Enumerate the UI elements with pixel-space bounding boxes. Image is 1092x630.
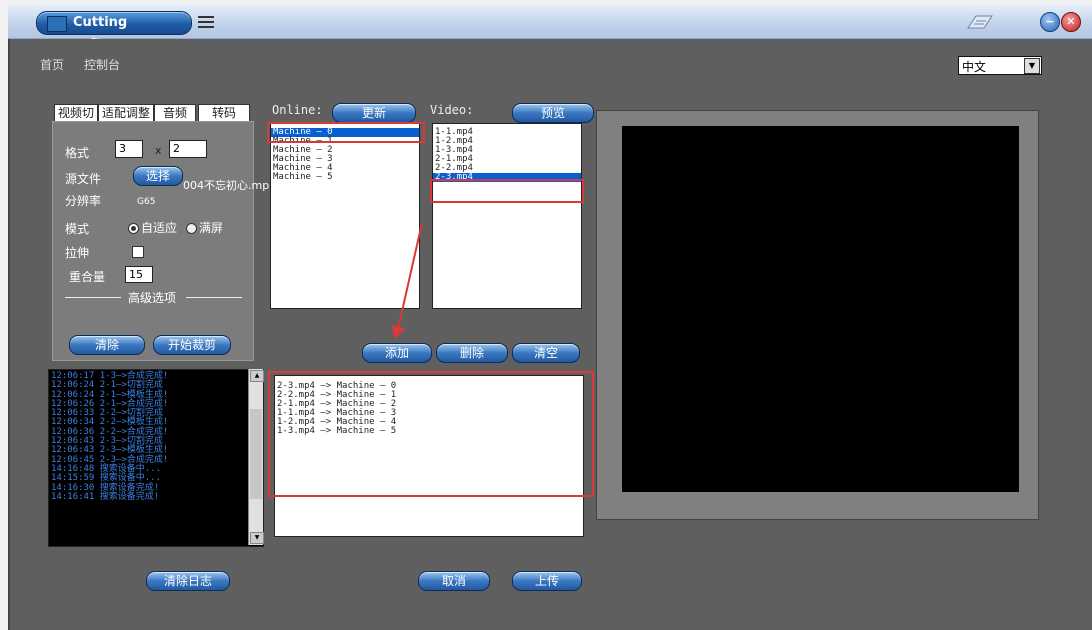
format-label: 格式 — [65, 146, 90, 160]
format-x-input[interactable]: 3 — [115, 140, 143, 158]
highlight-assignment-box — [268, 371, 594, 497]
highlight-machine-box — [267, 122, 425, 143]
preview-screen — [622, 126, 1019, 492]
resolution-value: G65 — [137, 197, 156, 207]
start-cut-button[interactable]: 开始裁剪 — [153, 335, 231, 355]
title-bar: Cutting software − ✕ — [8, 4, 1092, 52]
chevron-down-icon[interactable]: ▼ — [1024, 58, 1040, 74]
stretch-checkbox[interactable] — [132, 246, 144, 258]
format-separator: x — [155, 144, 162, 157]
clear-log-button[interactable]: 清除日志 — [146, 571, 230, 591]
mode-label: 模式 — [65, 222, 90, 236]
machine-item[interactable]: Machine — 5 — [271, 173, 419, 182]
highlight-video-box — [430, 179, 584, 203]
log-panel: 12:06:17 1-3—>合成完成! 12:06:24 2-1—>切割完成 1… — [48, 369, 264, 547]
nav-console[interactable]: 控制台 — [84, 56, 120, 73]
language-value: 中文 — [962, 60, 987, 74]
overlap-input[interactable]: 15 — [125, 266, 153, 283]
select-button[interactable]: 选择 — [133, 166, 183, 186]
scroll-up-icon[interactable]: ▲ — [250, 370, 264, 382]
skin-icon[interactable] — [966, 12, 994, 30]
source-file-name: 004不忘初心.mp — [183, 179, 270, 192]
minimize-icon[interactable]: − — [1040, 12, 1060, 32]
format-y-input[interactable]: 2 — [169, 140, 207, 158]
log-line: 14:16:41 搜索设备完成! — [51, 491, 160, 502]
tab-transcode[interactable]: 转码 — [198, 104, 250, 122]
advanced-options-label[interactable]: 高级选项 — [128, 289, 176, 306]
delete-button[interactable]: 删除 — [436, 343, 508, 363]
mode-fullscreen-radio[interactable] — [186, 223, 197, 234]
divider-right — [186, 297, 242, 298]
video-label: Video: — [430, 103, 474, 117]
stretch-label: 拉伸 — [65, 246, 90, 260]
menu-icon[interactable] — [198, 16, 214, 28]
log-scrollbar[interactable]: ▲ ▼ — [248, 369, 264, 545]
tab-adapt[interactable]: 适配调整 — [98, 104, 154, 122]
mode-adaptive-label: 自适应 — [141, 221, 178, 235]
preview-button[interactable]: 预览 — [512, 103, 594, 123]
online-label: Online: — [272, 103, 323, 117]
app-window: Cutting software − ✕ 首页 控制台 中文 ▼ 视频切割 适配… — [8, 4, 1092, 630]
overlap-label: 重合量 — [69, 270, 106, 284]
log-text: 12:06:17 1-3—>合成完成! 12:06:24 2-1—>切割完成 1… — [51, 371, 168, 502]
main-panel: 首页 控制台 中文 ▼ 视频切割 适配调整 音频 转码 格式 3 x 2 源文件… — [8, 39, 1092, 630]
upload-button[interactable]: 上传 — [512, 571, 582, 591]
resolution-label: 分辨率 — [65, 194, 102, 208]
refresh-button[interactable]: 更新 — [332, 103, 416, 123]
cancel-button[interactable]: 取消 — [418, 571, 490, 591]
tab-video-cut[interactable]: 视频切割 — [54, 104, 98, 136]
clear-list-button[interactable]: 清空 — [512, 343, 580, 363]
close-icon[interactable]: ✕ — [1061, 12, 1081, 32]
video-file-list[interactable]: 1-1.mp4 1-2.mp4 1-3.mp4 2-1.mp4 2-2.mp4 … — [432, 123, 582, 309]
mode-fullscreen-label: 满屏 — [199, 221, 224, 235]
scroll-thumb[interactable] — [250, 409, 262, 499]
tab-audio[interactable]: 音频 — [154, 104, 196, 122]
source-label: 源文件 — [65, 172, 102, 186]
app-title-button[interactable]: Cutting software — [36, 11, 192, 52]
scroll-down-icon[interactable]: ▼ — [250, 532, 264, 544]
clear-button[interactable]: 清除 — [69, 335, 145, 355]
settings-panel: 格式 3 x 2 源文件 选择 004不忘初心.mp 分辨率 G65 模式 自适… — [52, 121, 269, 361]
red-arrow-icon — [392, 222, 423, 339]
app-logo-icon — [47, 16, 67, 32]
nav-home[interactable]: 首页 — [40, 56, 64, 73]
add-button[interactable]: 添加 — [362, 343, 432, 363]
mode-adaptive-radio[interactable] — [128, 223, 139, 234]
language-select[interactable]: 中文 ▼ — [958, 56, 1042, 75]
divider-left — [65, 297, 121, 298]
